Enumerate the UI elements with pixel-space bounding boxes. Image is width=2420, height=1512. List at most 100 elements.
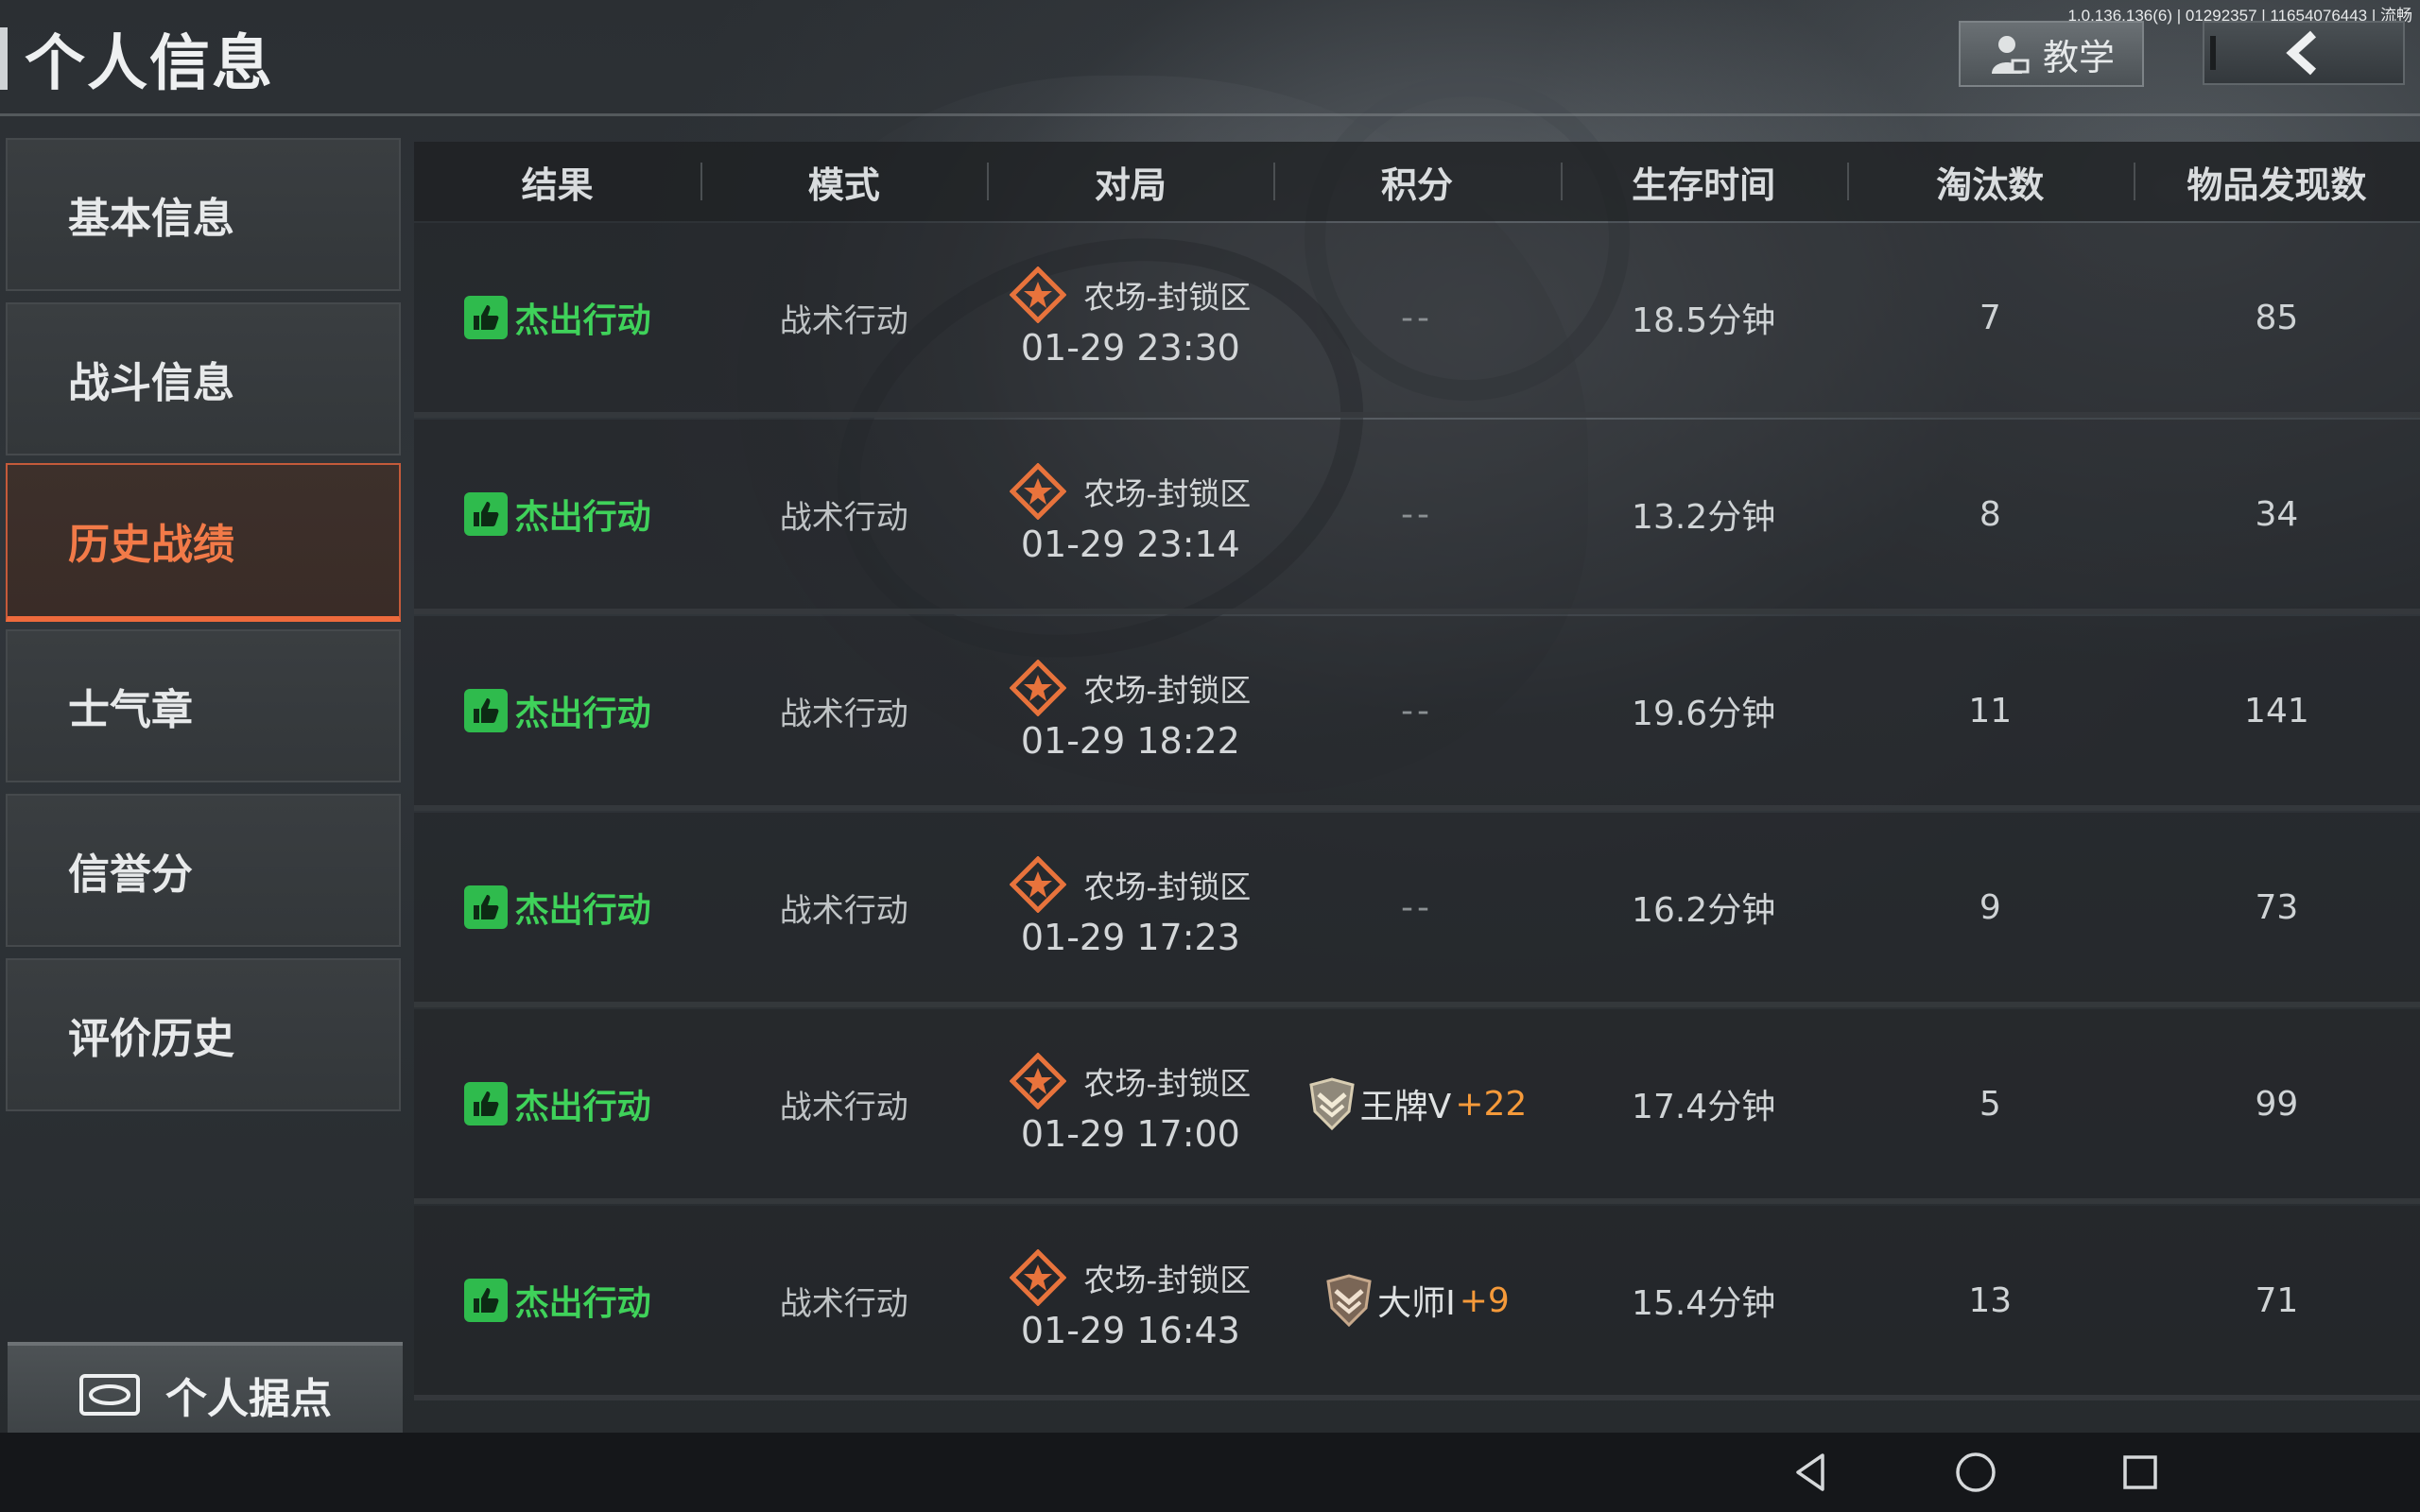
- column-header-kills: 淘汰数: [1846, 142, 2134, 221]
- ace-rank-badge-icon: [1308, 1077, 1355, 1130]
- sidebar-item-morale-badge[interactable]: 士气章: [6, 629, 401, 782]
- score-change: +22: [1455, 1084, 1528, 1124]
- chevron-left-icon: [2286, 30, 2317, 76]
- sidebar-item-review-history[interactable]: 评价历史: [6, 958, 401, 1111]
- sidebar-item-label: 基本信息: [68, 195, 234, 243]
- sidebar-item-battle-info[interactable]: 战斗信息: [6, 302, 401, 455]
- map-name: 农场-封锁区: [1083, 1065, 1252, 1102]
- back-button[interactable]: [2203, 21, 2405, 85]
- personal-base-label: 个人据点: [165, 1375, 332, 1423]
- result-label: 杰出行动: [514, 891, 651, 930]
- nav-recent-button[interactable]: [2083, 1433, 2197, 1512]
- kills-cell: 7: [1979, 298, 2001, 337]
- result-cell: 杰出行动: [414, 616, 700, 805]
- match-time: 01-29 23:14: [1020, 524, 1240, 565]
- score-change: +9: [1459, 1280, 1510, 1320]
- table-row[interactable]: 杰出行动 战术行动 农场-封锁区 01-29 23:30 -- 18.5分钟 7…: [414, 223, 2420, 418]
- match-time: 01-29 16:43: [1020, 1310, 1240, 1351]
- result-cell: 杰出行动: [414, 1009, 700, 1198]
- map-name: 农场-封锁区: [1083, 279, 1252, 316]
- match-cell: 农场-封锁区 01-29 18:22: [987, 616, 1273, 805]
- sidebar-item-credit-score[interactable]: 信誉分: [6, 794, 401, 947]
- sidebar-item-match-history[interactable]: 历史战绩: [6, 463, 401, 622]
- map-name: 农场-封锁区: [1083, 1262, 1252, 1298]
- map-name: 农场-封锁区: [1083, 672, 1252, 709]
- personal-base-button[interactable]: 个人据点: [8, 1342, 403, 1444]
- nav-home-button[interactable]: [1919, 1433, 2032, 1512]
- table-row[interactable]: 杰出行动 战术行动 农场-封锁区 01-29 17:23 -- 16.2分钟 9…: [414, 813, 2420, 1007]
- sidebar-item-label: 战斗信息: [68, 359, 234, 407]
- match-cell: 农场-封锁区 01-29 23:14: [987, 420, 1273, 609]
- thumbs-up-icon: [463, 1082, 508, 1125]
- system-navigation-bar: [0, 1433, 2420, 1512]
- score-cell: 大师I +9: [1273, 1206, 1560, 1395]
- map-name: 农场-封锁区: [1083, 868, 1252, 905]
- column-header-items-found: 物品发现数: [2133, 142, 2420, 221]
- sidebar-item-label: 士气章: [68, 686, 193, 734]
- column-header-score: 积分: [1273, 142, 1560, 221]
- result-cell: 杰出行动: [414, 223, 700, 412]
- mode-cell: 战术行动: [779, 301, 908, 340]
- mode-cell: 战术行动: [779, 695, 908, 733]
- result-label: 杰出行动: [514, 1088, 651, 1126]
- title-accent-bar: [0, 27, 8, 90]
- tactical-star-icon: [1010, 1053, 1067, 1109]
- score-cell: --: [1273, 813, 1560, 1002]
- survival-time-cell: 17.4分钟: [1632, 1088, 1776, 1126]
- title-bar: 个人信息: [0, 13, 274, 104]
- survival-time-cell: 13.2分钟: [1632, 498, 1776, 537]
- survival-time-cell: 15.4分钟: [1632, 1284, 1776, 1323]
- items-found-cell: 141: [2244, 691, 2309, 730]
- kills-cell: 8: [1979, 494, 2001, 534]
- items-found-cell: 99: [2255, 1084, 2299, 1124]
- match-time: 01-29 17:00: [1020, 1113, 1240, 1155]
- sidebar-item-label: 信誉分: [68, 850, 193, 899]
- kills-cell: 11: [1968, 691, 2013, 730]
- items-found-cell: 34: [2255, 494, 2299, 534]
- result-cell: 杰出行动: [414, 813, 700, 1002]
- tactical-star-icon: [1010, 463, 1067, 520]
- table-row[interactable]: 杰出行动 战术行动 农场-封锁区 01-29 23:14 -- 13.2分钟 8…: [414, 420, 2420, 614]
- table-row[interactable]: 杰出行动 战术行动 农场-封锁区 01-29 17:00 王牌V +22 17.…: [414, 1009, 2420, 1204]
- rank-name: 大师I: [1377, 1284, 1456, 1323]
- back-button-stub: [2210, 36, 2216, 70]
- nav-back-button[interactable]: [1754, 1433, 1868, 1512]
- tactical-star-icon: [1010, 1249, 1067, 1306]
- score-cell: --: [1273, 223, 1560, 412]
- tactical-star-icon: [1010, 266, 1067, 323]
- column-header-mode: 模式: [700, 142, 987, 221]
- result-label: 杰出行动: [514, 301, 651, 340]
- thumbs-up-icon: [463, 1279, 508, 1322]
- mode-cell: 战术行动: [779, 1088, 908, 1126]
- circle-home-icon: [1956, 1452, 1996, 1492]
- items-found-cell: 73: [2255, 887, 2299, 927]
- mode-cell: 战术行动: [779, 498, 908, 537]
- match-time: 01-29 17:23: [1020, 917, 1240, 958]
- match-cell: 农场-封锁区 01-29 17:23: [987, 813, 1273, 1002]
- tactical-star-icon: [1010, 660, 1067, 716]
- match-time: 01-29 23:30: [1020, 327, 1240, 369]
- items-found-cell: 85: [2255, 298, 2299, 337]
- table-row[interactable]: 杰出行动 战术行动 农场-封锁区 01-29 16:43 大师I +9 15.4…: [414, 1206, 2420, 1400]
- thumbs-up-icon: [463, 885, 508, 929]
- history-table-header: 结果 模式 对局 积分 生存时间 淘汰数 物品发现数: [414, 142, 2420, 221]
- survival-time-cell: 19.6分钟: [1632, 695, 1776, 733]
- thumbs-up-icon: [463, 492, 508, 536]
- kills-cell: 13: [1968, 1280, 2013, 1320]
- thumbs-up-icon: [463, 689, 508, 732]
- sidebar-item-label: 历史战绩: [68, 521, 234, 569]
- score-cell: --: [1273, 616, 1560, 805]
- page-title: 个人信息: [25, 29, 274, 99]
- result-cell: 杰出行动: [414, 1206, 700, 1395]
- mode-cell: 战术行动: [779, 891, 908, 930]
- sidebar-item-basic-info[interactable]: 基本信息: [6, 138, 401, 291]
- match-cell: 农场-封锁区 01-29 17:00: [987, 1009, 1273, 1198]
- column-header-result: 结果: [521, 163, 594, 206]
- match-time: 01-29 18:22: [1020, 720, 1240, 762]
- kills-cell: 5: [1979, 1084, 2001, 1124]
- header-divider: [0, 113, 2420, 116]
- mode-cell: 战术行动: [779, 1284, 908, 1323]
- tutorial-label: 教学: [2042, 36, 2115, 78]
- tutorial-button[interactable]: 教学: [1959, 21, 2144, 87]
- table-row[interactable]: 杰出行动 战术行动 农场-封锁区 01-29 18:22 -- 19.6分钟 1…: [414, 616, 2420, 811]
